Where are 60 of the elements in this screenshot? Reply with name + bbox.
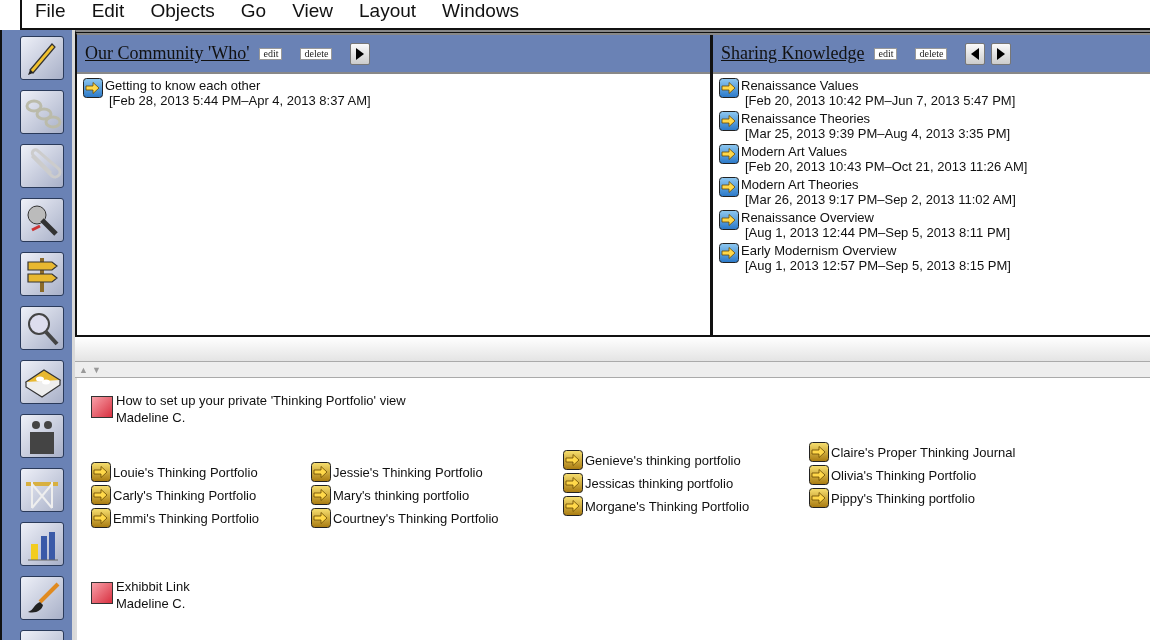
topic-action-button[interactable]: delete <box>915 47 948 60</box>
topic-action-button[interactable]: edit <box>874 47 898 60</box>
portfolio-link[interactable]: Jessicas thinking portfolio <box>585 475 734 491</box>
portfolio-link[interactable]: Morgane's Thinking Portfolio <box>585 498 750 514</box>
paperclip-tool[interactable] <box>20 144 64 188</box>
portfolio-link[interactable]: Claire's Proper Thinking Journal <box>831 444 1016 460</box>
date-range: [Aug 1, 2013 12:44 PM–Sep 5, 2013 8:11 PM] <box>744 225 1010 240</box>
chain-tool[interactable] <box>20 90 64 134</box>
magnifier-tool[interactable] <box>20 306 64 350</box>
topic-item-link[interactable]: Modern Art Theories <box>741 177 1016 192</box>
menu-item[interactable]: Edit <box>78 0 138 26</box>
signpost-tool[interactable] <box>20 252 64 296</box>
topic-title-link[interactable]: Sharing Knowledge <box>721 43 865 64</box>
portfolio-link[interactable]: Carly's Thinking Portfolio <box>113 487 257 503</box>
note-title-link[interactable]: How to set up your private 'Thinking Portfolio' view <box>116 392 406 409</box>
topic-item-link[interactable]: Renaissance Overview <box>741 210 1010 225</box>
portfolio-link[interactable]: Courtney's Thinking Portfolio <box>333 510 499 526</box>
topic-item-link[interactable]: Early Modernism Overview <box>741 243 1011 258</box>
right-triangle-icon <box>997 47 1006 60</box>
topic-action-button[interactable]: delete <box>300 47 333 60</box>
topic-item-link[interactable]: Renaissance Theories <box>741 111 1011 126</box>
note-author: Madeline C. <box>116 595 187 612</box>
portfolio-link[interactable]: Pippy's Thinking portfolio <box>831 490 975 506</box>
portfolio-link[interactable]: Mary's thinking portfolio <box>333 487 470 503</box>
date-range: [Feb 20, 2013 10:43 PM–Oct 21, 2013 11:26 AM] <box>744 159 1028 174</box>
note-author: Madeline C. <box>116 409 187 426</box>
next-button[interactable] <box>350 42 371 65</box>
topic-item-link[interactable]: Renaissance Values <box>741 78 1016 93</box>
date-range: [Feb 28, 2013 5:44 PM–Apr 4, 2013 8:37 AM] <box>108 93 371 108</box>
chart-tool[interactable] <box>20 522 64 566</box>
note-title-link[interactable]: Exhibbit Link <box>116 578 190 595</box>
topic-item-link[interactable]: Getting to know each other <box>105 78 371 93</box>
menu-item[interactable]: Go <box>227 0 280 26</box>
portfolio-link[interactable]: Genieve's thinking portfolio <box>585 452 741 468</box>
menu-item[interactable]: Layout <box>346 0 430 26</box>
left-triangle-icon <box>971 47 980 60</box>
menu-item[interactable]: Objects <box>137 0 228 26</box>
previous-button[interactable] <box>965 42 986 65</box>
portfolio-link[interactable]: Louie's Thinking Portfolio <box>113 464 258 480</box>
menu-item[interactable]: View <box>279 0 346 26</box>
easel-tool[interactable] <box>20 468 64 512</box>
menu-item[interactable]: File <box>22 0 79 26</box>
date-range: [Mar 26, 2013 9:17 PM–Sep 2, 2013 11:02 AM] <box>744 192 1016 207</box>
next-button[interactable] <box>991 42 1012 65</box>
note-icon <box>91 396 113 418</box>
portfolio-link[interactable]: Jessie's Thinking Portfolio <box>333 464 483 480</box>
date-range: [Aug 1, 2013 12:57 PM–Sep 5, 2013 8:15 PM] <box>744 258 1011 273</box>
date-range: [Feb 20, 2013 10:42 PM–Jun 7, 2013 5:47 PM] <box>744 93 1016 108</box>
brush-tool[interactable] <box>20 576 64 620</box>
right-triangle-icon <box>356 47 365 60</box>
portfolio-link[interactable]: Olivia's Thinking Portfolio <box>831 467 977 483</box>
book-tool[interactable] <box>20 360 64 404</box>
note-icon <box>91 582 113 604</box>
topic-item-link[interactable]: Modern Art Values <box>741 144 1028 159</box>
date-range: [Mar 25, 2013 9:39 PM–Aug 4, 2013 3:35 PM] <box>744 126 1011 141</box>
portfolio-link[interactable]: Emmi's Thinking Portfolio <box>113 510 259 526</box>
pencil-tool[interactable] <box>20 36 64 80</box>
topic-action-button[interactable]: edit <box>259 47 283 60</box>
topic-title-link[interactable]: Our Community 'Who' <box>85 43 250 64</box>
menu-item[interactable]: Windows <box>429 0 533 26</box>
